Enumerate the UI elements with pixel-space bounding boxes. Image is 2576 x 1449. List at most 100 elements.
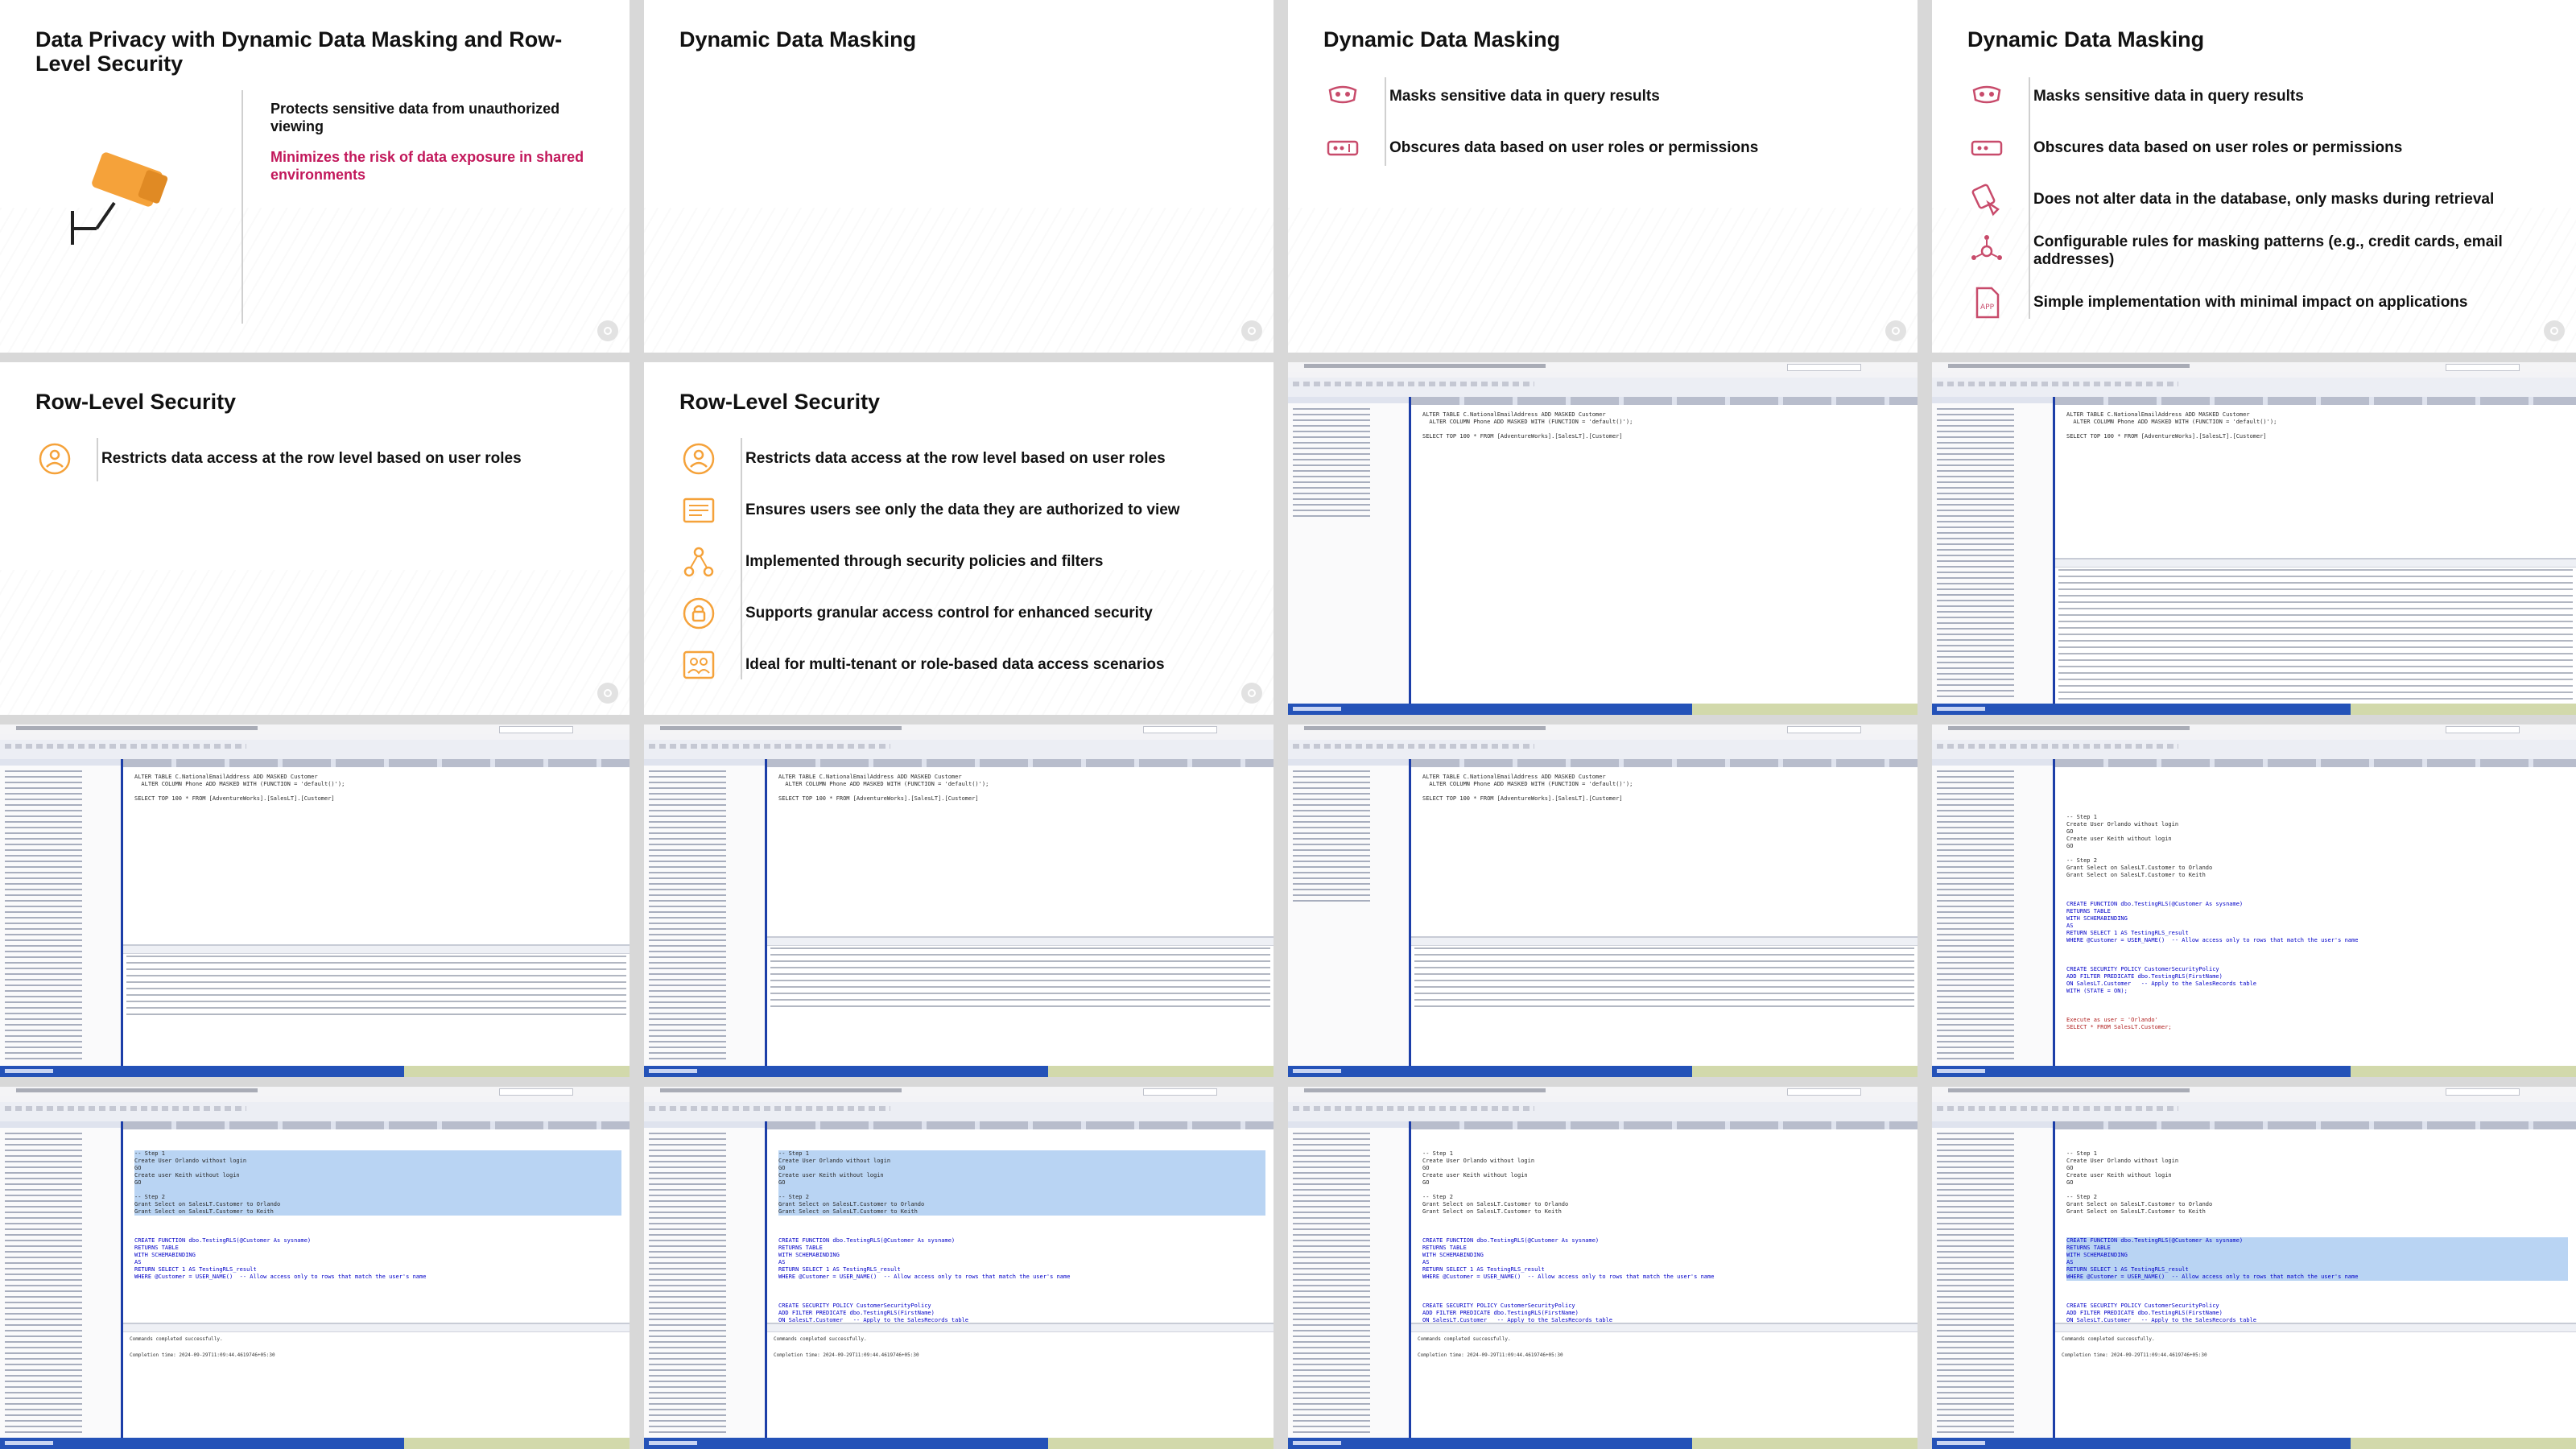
ssms-screenshot-rls-script[interactable]: -- Step 1 Create User Orlando without lo… [1932,724,2576,1077]
query-text[interactable]: -- Step 1 Create User Orlando without lo… [778,1136,1265,1346]
query-tabs[interactable] [2055,1121,2576,1129]
menu-bar[interactable] [0,1096,630,1102]
toolbar[interactable] [1288,1102,1918,1122]
menu-bar[interactable] [1288,734,1918,740]
slide-intro[interactable]: Data Privacy with Dynamic Data Masking a… [0,0,630,353]
slide-rls-full[interactable]: Row-Level Security Restricts data access… [644,362,1274,715]
results-grid[interactable] [1411,936,1918,1066]
messages-pane[interactable]: Commands completed successfully. Complet… [2055,1323,2576,1438]
ssms-screenshot-rls-step4[interactable]: -- Step 1 Create User Orlando without lo… [1932,1087,2576,1449]
query-text[interactable]: ALTER TABLE C.NationalEmailAddress ADD M… [778,774,1265,803]
object-explorer[interactable] [1288,397,1411,704]
search-box[interactable] [1787,364,1861,371]
object-explorer[interactable] [644,1121,767,1438]
query-text[interactable]: -- Step 1 Create User Orlando without lo… [2066,799,2568,1046]
toolbar[interactable] [1932,378,2576,398]
object-explorer[interactable] [1288,759,1411,1066]
object-explorer[interactable] [0,1121,123,1438]
query-text[interactable]: -- Step 1 Create User Orlando without lo… [1422,1136,1909,1346]
toolbar[interactable] [1932,740,2576,760]
messages-pane[interactable]: Commands completed successfully. Complet… [767,1323,1274,1438]
watermark-logo [2544,320,2565,341]
query-editor[interactable]: -- Step 1 Create User Orlando without lo… [2055,1129,2576,1438]
query-tabs[interactable] [1411,397,1918,405]
toolbar[interactable] [644,1102,1274,1122]
slide-ddm-full[interactable]: Dynamic Data Masking Masks sensitive dat… [1932,0,2576,353]
query-text[interactable]: ALTER TABLE C.NationalEmailAddress ADD M… [134,774,621,803]
object-explorer[interactable] [644,759,767,1066]
results-grid[interactable] [123,944,630,1066]
ssms-screenshot-results-2[interactable]: ALTER TABLE C.NationalEmailAddress ADD M… [644,724,1274,1077]
slide-ddm-title[interactable]: Dynamic Data Masking [644,0,1274,353]
query-editor[interactable]: ALTER TABLE C.NationalEmailAddress ADD M… [123,767,630,1066]
query-editor[interactable]: -- Step 1 Create User Orlando without lo… [1411,1129,1918,1438]
object-explorer[interactable] [0,759,123,1066]
query-editor[interactable]: ALTER TABLE C.NationalEmailAddress ADD M… [2055,405,2576,704]
menu-bar[interactable] [644,734,1274,740]
ssms-screenshot-ddm-results[interactable]: ALTER TABLE C.NationalEmailAddress ADD M… [1932,362,2576,715]
query-editor[interactable]: -- Step 1 Create User Orlando without lo… [2055,767,2576,1066]
ssms-screenshot-rls-step2[interactable]: -- Step 1 Create User Orlando without lo… [644,1087,1274,1449]
query-tabs[interactable] [123,1121,630,1129]
query-editor[interactable]: -- Step 1 Create User Orlando without lo… [123,1129,630,1438]
search-box[interactable] [1143,1088,1217,1096]
query-editor[interactable]: -- Step 1 Create User Orlando without lo… [767,1129,1274,1438]
code-exec: Execute as user = 'Orlando' SELECT * FRO… [2066,1017,2172,1030]
query-text[interactable]: -- Step 1 Create User Orlando without lo… [134,1136,621,1295]
toolbar[interactable] [1932,1102,2576,1122]
query-editor[interactable]: ALTER TABLE C.NationalEmailAddress ADD M… [767,767,1274,1066]
menu-bar[interactable] [644,1096,1274,1102]
results-grid[interactable] [2055,558,2576,704]
search-box[interactable] [1143,726,1217,733]
object-explorer[interactable] [1932,1121,2055,1438]
status-bar [1932,1438,2576,1449]
toolbar[interactable] [0,1102,630,1122]
query-tabs[interactable] [2055,397,2576,405]
search-box[interactable] [499,726,573,733]
query-text[interactable]: ALTER TABLE C.NationalEmailAddress ADD M… [1422,411,1909,440]
bullet-item: Obscures data based on user roles or per… [1323,122,1885,174]
query-tabs[interactable] [1411,1121,1918,1129]
ssms-screenshot-results-1[interactable]: ALTER TABLE C.NationalEmailAddress ADD M… [0,724,630,1077]
toolbar[interactable] [644,740,1274,760]
toolbar[interactable] [1288,740,1918,760]
search-box[interactable] [2446,364,2520,371]
search-box[interactable] [2446,1088,2520,1096]
query-tabs[interactable] [1411,759,1918,767]
messages-pane[interactable]: Commands completed successfully. Complet… [1411,1323,1918,1438]
toolbar[interactable] [0,740,630,760]
menu-bar[interactable] [1288,372,1918,378]
messages-pane[interactable]: Commands completed successfully. Complet… [123,1323,630,1438]
query-editor[interactable]: ALTER TABLE C.NationalEmailAddress ADD M… [1411,767,1918,1066]
menu-bar[interactable] [1288,1096,1918,1102]
object-explorer[interactable] [1932,397,2055,704]
query-text[interactable]: ALTER TABLE C.NationalEmailAddress ADD M… [2066,411,2568,440]
menu-bar[interactable] [1932,734,2576,740]
search-box[interactable] [499,1088,573,1096]
ssms-screenshot-rls-step3[interactable]: -- Step 1 Create User Orlando without lo… [1288,1087,1918,1449]
menu-bar[interactable] [0,734,630,740]
query-tabs[interactable] [767,1121,1274,1129]
ssms-screenshot-rls-step1[interactable]: -- Step 1 Create User Orlando without lo… [0,1087,630,1449]
query-editor[interactable]: ALTER TABLE C.NationalEmailAddress ADD M… [1411,405,1918,704]
query-tabs[interactable] [767,759,1274,767]
slide-ddm-partial[interactable]: Dynamic Data Masking Masks sensitive dat… [1288,0,1918,353]
menu-bar[interactable] [1932,372,2576,378]
query-text[interactable]: -- Step 1 Create User Orlando without lo… [2066,1136,2568,1346]
object-explorer[interactable] [1288,1121,1411,1438]
object-explorer[interactable] [1932,759,2055,1066]
results-grid[interactable] [767,936,1274,1066]
status-bar [1288,704,1918,715]
search-box[interactable] [1787,1088,1861,1096]
ssms-screenshot-results-3[interactable]: ALTER TABLE C.NationalEmailAddress ADD M… [1288,724,1918,1077]
menu-bar[interactable] [1932,1096,2576,1102]
toolbar[interactable] [1288,378,1918,398]
search-box[interactable] [2446,726,2520,733]
search-box[interactable] [1787,726,1861,733]
slide-rls-partial[interactable]: Row-Level Security Restricts data access… [0,362,630,715]
ssms-screenshot-ddm-query[interactable]: ALTER TABLE C.NationalEmailAddress ADD M… [1288,362,1918,715]
query-tabs[interactable] [123,759,630,767]
query-tabs[interactable] [2055,759,2576,767]
messages-text: Commands completed successfully. Complet… [2062,1336,2207,1358]
query-text[interactable]: ALTER TABLE C.NationalEmailAddress ADD M… [1422,774,1909,803]
